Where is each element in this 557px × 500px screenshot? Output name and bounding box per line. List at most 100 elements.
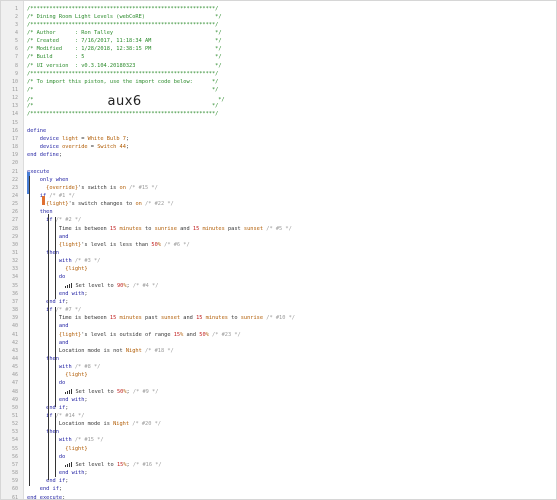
if2-tree-line	[55, 217, 56, 299]
code-text[interactable]: with /* #3 */	[27, 257, 100, 265]
token: Set level to	[72, 282, 117, 289]
code-text[interactable]: {light}	[27, 371, 88, 379]
execute-tree-line	[29, 176, 30, 486]
code-text[interactable]: Location mode is not Night /* #18 */	[27, 347, 174, 355]
token: end if	[46, 298, 66, 305]
code-text[interactable]: {light}	[27, 445, 87, 453]
line-number: 10	[11, 78, 18, 85]
code-line: 6 /* Modified : 1/28/2018, 12:38:15 PM */	[1, 45, 556, 53]
line-number: 5	[14, 38, 18, 45]
token: do	[58, 274, 66, 281]
line-number: 58	[11, 470, 18, 477]
code-text[interactable]: /* Dining Room Light Levels (webCoRE) */	[27, 13, 222, 21]
code-text[interactable]: {light}'s switch changes to on /* #22 */	[27, 200, 174, 208]
code-text[interactable]: end with;	[27, 396, 88, 404]
code-line: 23 {override}'s switch is on /* #15 */	[1, 184, 556, 192]
code-line: 60 end if;	[1, 485, 556, 493]
code-text[interactable]: /***************************************…	[27, 110, 218, 118]
code-text[interactable]: Time is between 15 minutes to sunrise an…	[27, 225, 292, 233]
code-text[interactable]: do	[27, 379, 65, 387]
code-line: 32 with /* #3 */	[1, 257, 556, 265]
code-line: 24 if /* #1 */	[1, 192, 556, 200]
code-text[interactable]: end with;	[27, 469, 88, 477]
token: {light}	[46, 201, 69, 208]
code-text[interactable]: /* Build : 5 */	[27, 53, 222, 61]
token: /* #2 */	[52, 217, 82, 224]
line-number: 53	[11, 429, 18, 436]
code-text[interactable]: do	[27, 453, 65, 461]
code-line: 48 Set level to 50%; /* #9 */	[1, 388, 556, 396]
line-number: 49	[11, 396, 18, 403]
line-number: 43	[11, 347, 18, 354]
code-text[interactable]: {light}	[27, 265, 87, 273]
token: 's level is less than	[81, 241, 152, 248]
code-text[interactable]: /* */	[27, 102, 218, 110]
code-text[interactable]: /* */	[27, 86, 218, 94]
token: end execute	[27, 494, 63, 500]
code-text[interactable]: define	[27, 127, 46, 135]
token: minutes	[199, 225, 225, 232]
line-number: 27	[11, 217, 18, 224]
code-text[interactable]: /* UI version : v0.3.104.20180323 */	[27, 62, 222, 70]
token: ;	[84, 396, 88, 403]
code-text[interactable]: with /* #8 */	[27, 363, 100, 371]
token: device	[39, 144, 63, 151]
code-text[interactable]: {light}'s level is outside of range 15% …	[27, 331, 241, 339]
token: Night	[125, 347, 142, 354]
code-line: 18 device override = Switch 44;	[1, 143, 556, 151]
code-text[interactable]: {light}'s level is less than 50% /* #6 *…	[27, 241, 190, 249]
token: Location mode is	[27, 421, 114, 428]
code-text[interactable]: /***************************************…	[27, 5, 218, 13]
code-text[interactable]: Set level to 50%; /* #9 */	[27, 388, 158, 396]
code-text[interactable]: /* To import this piston, use the import…	[27, 78, 218, 86]
code-text[interactable]: end with;	[27, 290, 88, 298]
code-text[interactable]: Set level to 90%; /* #4 */	[27, 282, 158, 290]
line-number: 2	[14, 13, 18, 20]
code-text[interactable]: end define;	[27, 151, 62, 159]
code-line: 17 device light = White Bulb 7;	[1, 135, 556, 143]
code-text[interactable]: /***************************************…	[27, 70, 218, 78]
code-text[interactable]: do	[27, 273, 65, 281]
line-number: 44	[11, 355, 18, 362]
line-number: 50	[11, 404, 18, 411]
code-text[interactable]: only when	[27, 176, 69, 184]
code-text[interactable]: /***************************************…	[27, 21, 218, 29]
code-text[interactable]: {override}'s switch is on /* #15 */	[27, 184, 158, 192]
token: /* To import this piston, use the import…	[27, 78, 219, 85]
token: and	[58, 233, 69, 240]
code-text[interactable]: if /* #1 */	[27, 192, 75, 200]
code-editor[interactable]: 1 /**************************************…	[0, 0, 557, 500]
line-number: 31	[11, 250, 18, 256]
code-text[interactable]: execute	[27, 168, 49, 176]
token: to	[141, 225, 155, 232]
token: execute	[27, 168, 50, 175]
token: with	[58, 258, 72, 265]
line-number: 23	[11, 184, 18, 191]
code-line: 27 if /* #2 */	[1, 216, 556, 224]
token: {override}	[46, 184, 79, 191]
line-number: 17	[11, 135, 18, 142]
code-text[interactable]: device light = White Bulb 7;	[27, 135, 129, 143]
code-line: 50 end if;	[1, 404, 556, 412]
code-line: 46 {light}	[1, 371, 556, 379]
code-text[interactable]: Time is between 15 minutes past sunset a…	[27, 314, 295, 322]
line-number: 21	[11, 168, 18, 175]
line-number: 7	[14, 54, 18, 61]
code-text[interactable]: end execute;	[27, 494, 65, 500]
line-number: 55	[11, 445, 18, 452]
line-number: 40	[11, 323, 18, 330]
code-text[interactable]: end if;	[27, 485, 62, 493]
code-text[interactable]: /* Modified : 1/28/2018, 12:38:15 PM */	[27, 45, 222, 53]
code-text[interactable]: /* Author : Ron Talley */	[27, 29, 222, 37]
line-number: 47	[11, 380, 18, 387]
code-text[interactable]: with /* #15 */	[27, 436, 104, 444]
line-number: 61	[11, 494, 18, 500]
token: sunset	[160, 315, 181, 322]
code-text[interactable]: /* Created : 7/16/2017, 11:18:34 AM */	[27, 37, 222, 45]
code-line: 51 if /* #14 */	[1, 412, 556, 420]
code-text[interactable]: device override = Switch 44;	[27, 143, 129, 151]
token: {light}	[65, 372, 88, 379]
token: =	[78, 135, 88, 142]
